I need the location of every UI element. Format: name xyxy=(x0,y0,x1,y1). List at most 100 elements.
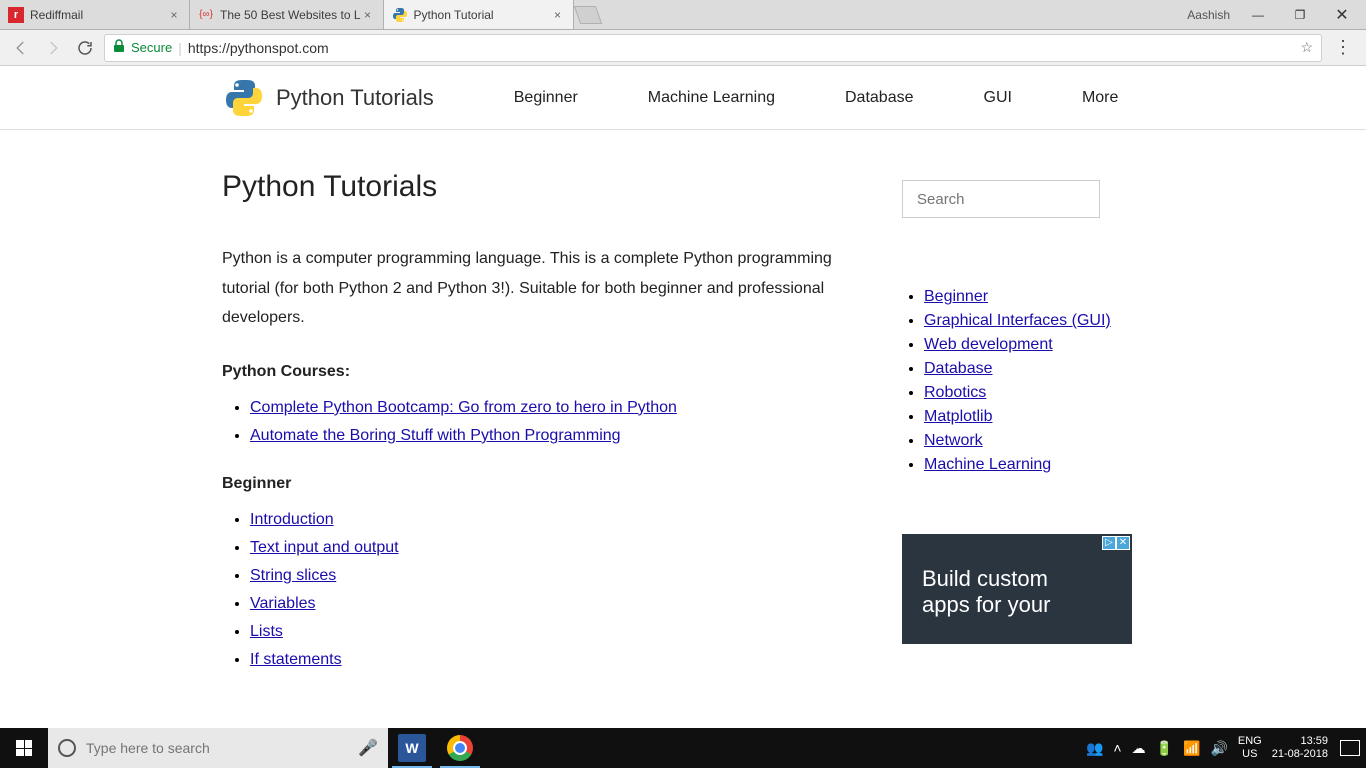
nav-gui[interactable]: GUI xyxy=(984,89,1012,107)
close-icon[interactable]: × xyxy=(167,8,181,22)
main-nav: Beginner Machine Learning Database GUI M… xyxy=(514,89,1119,107)
sidebar-category-list: Beginner Graphical Interfaces (GUI) Web … xyxy=(902,288,1132,474)
taskbar-apps: W xyxy=(388,728,484,768)
browser-menu-button[interactable]: ⋮ xyxy=(1328,37,1358,58)
python-favicon-icon xyxy=(392,7,408,23)
site-header: Python Tutorials Beginner Machine Learni… xyxy=(0,66,1366,130)
intro-paragraph: Python is a computer programming languag… xyxy=(222,244,842,333)
python-logo-icon xyxy=(222,76,266,120)
profile-user-label[interactable]: Aashish xyxy=(1187,8,1230,22)
course-link[interactable]: Complete Python Bootcamp: Go from zero t… xyxy=(250,399,677,416)
back-button[interactable] xyxy=(8,35,34,61)
start-button[interactable] xyxy=(0,728,48,768)
new-tab-button[interactable] xyxy=(574,0,602,29)
browser-toolbar: Secure | https://pythonspot.com ☆ ⋮ xyxy=(0,30,1366,66)
reload-button[interactable] xyxy=(72,35,98,61)
list-item: Variables xyxy=(250,595,842,613)
course-link[interactable]: Automate the Boring Stuff with Python Pr… xyxy=(250,427,621,444)
taskbar-search[interactable]: 🎤 xyxy=(48,728,388,768)
ad-close-icon[interactable]: ✕ xyxy=(1116,536,1130,550)
sidebar-link-beginner[interactable]: Beginner xyxy=(924,288,988,305)
lock-icon xyxy=(113,39,125,56)
browser-titlebar: r Rediffmail × {∞} The 50 Best Websites … xyxy=(0,0,1366,30)
beginner-list: Introduction Text input and output Strin… xyxy=(222,511,842,669)
battery-icon[interactable]: 🔋 xyxy=(1156,740,1173,757)
titlebar-controls: Aashish — ❐ ✕ xyxy=(1187,5,1366,25)
tutorial-link[interactable]: Text input and output xyxy=(250,539,399,556)
clock[interactable]: 13:59 21-08-2018 xyxy=(1272,735,1330,761)
forward-button[interactable] xyxy=(40,35,66,61)
onedrive-icon[interactable]: ☁ xyxy=(1132,740,1146,757)
close-icon[interactable]: × xyxy=(361,8,375,22)
url-text: https://pythonspot.com xyxy=(188,40,329,56)
tab-title: Rediffmail xyxy=(30,8,167,22)
people-icon[interactable]: 👥 xyxy=(1086,740,1103,757)
list-item: Lists xyxy=(250,623,842,641)
tutorial-link[interactable]: Lists xyxy=(250,623,283,640)
list-item: Introduction xyxy=(250,511,842,529)
windows-taskbar: 🎤 W 👥 ˄ ☁ 🔋 📶 🔊 ENG US 13:59 21-08-2018 xyxy=(0,728,1366,768)
sidebar-link-matplotlib[interactable]: Matplotlib xyxy=(924,408,992,425)
address-bar[interactable]: Secure | https://pythonspot.com ☆ xyxy=(104,34,1322,62)
adchoices-icon[interactable]: ▷ xyxy=(1102,536,1116,550)
chrome-icon xyxy=(447,735,473,761)
sidebar-link-robotics[interactable]: Robotics xyxy=(924,384,986,401)
page-title: Python Tutorials xyxy=(222,170,842,204)
tab-best-websites[interactable]: {∞} The 50 Best Websites to L × xyxy=(190,0,384,29)
close-window-button[interactable]: ✕ xyxy=(1328,5,1356,25)
content-wrap: Python Tutorials Python is a computer pr… xyxy=(0,130,1366,679)
chevron-up-icon[interactable]: ˄ xyxy=(1113,740,1121,756)
taskbar-chrome[interactable] xyxy=(436,728,484,768)
tutorial-link[interactable]: Introduction xyxy=(250,511,334,528)
advertisement[interactable]: ▷ ✕ Build custom apps for your xyxy=(902,534,1132,644)
windows-logo-icon xyxy=(16,740,32,756)
taskbar-word[interactable]: W xyxy=(388,728,436,768)
courses-heading: Python Courses: xyxy=(222,363,842,381)
tab-rediffmail[interactable]: r Rediffmail × xyxy=(0,0,190,29)
courses-list: Complete Python Bootcamp: Go from zero t… xyxy=(222,399,842,445)
sidebar-link-gui[interactable]: Graphical Interfaces (GUI) xyxy=(924,312,1111,329)
taskbar-search-input[interactable] xyxy=(86,740,348,756)
bookmark-star-icon[interactable]: ☆ xyxy=(1300,39,1313,56)
tutorial-link[interactable]: If statements xyxy=(250,651,342,668)
nav-machine-learning[interactable]: Machine Learning xyxy=(648,89,775,107)
microphone-icon[interactable]: 🎤 xyxy=(358,738,378,758)
secure-label: Secure xyxy=(131,40,172,55)
rediffmail-favicon-icon: r xyxy=(8,7,24,23)
tab-title: The 50 Best Websites to L xyxy=(220,8,361,22)
tutorial-link[interactable]: Variables xyxy=(250,595,316,612)
tab-python-tutorial[interactable]: Python Tutorial × xyxy=(384,0,574,29)
notifications-icon[interactable] xyxy=(1340,740,1360,756)
nav-more[interactable]: More xyxy=(1082,89,1118,107)
nav-database[interactable]: Database xyxy=(845,89,914,107)
language-indicator[interactable]: ENG US xyxy=(1238,735,1262,761)
volume-icon[interactable]: 🔊 xyxy=(1210,740,1227,757)
list-item: String slices xyxy=(250,567,842,585)
tutorial-link[interactable]: String slices xyxy=(250,567,336,584)
sidebar-link-network[interactable]: Network xyxy=(924,432,983,449)
sidebar-link-ml[interactable]: Machine Learning xyxy=(924,456,1051,473)
main-column: Python Tutorials Python is a computer pr… xyxy=(222,170,842,679)
beginner-heading: Beginner xyxy=(222,475,842,493)
sidebar-link-database[interactable]: Database xyxy=(924,360,993,377)
tab-title: Python Tutorial xyxy=(414,8,551,22)
site-brand[interactable]: Python Tutorials xyxy=(276,85,434,111)
list-item: Complete Python Bootcamp: Go from zero t… xyxy=(250,399,842,417)
list-item: If statements xyxy=(250,651,842,669)
favicon-icon: {∞} xyxy=(198,7,214,23)
wifi-icon[interactable]: 📶 xyxy=(1183,740,1200,757)
cortana-icon xyxy=(58,739,76,757)
ad-text-line2: apps for your xyxy=(922,592,1132,618)
page-viewport[interactable]: Python Tutorials Beginner Machine Learni… xyxy=(0,66,1366,728)
maximize-button[interactable]: ❐ xyxy=(1286,8,1314,22)
word-icon: W xyxy=(398,734,426,762)
browser-tabs: r Rediffmail × {∞} The 50 Best Websites … xyxy=(0,0,602,29)
system-tray: 👥 ˄ ☁ 🔋 📶 🔊 ENG US 13:59 21-08-2018 xyxy=(1086,728,1366,768)
sidebar-link-web[interactable]: Web development xyxy=(924,336,1053,353)
list-item: Text input and output xyxy=(250,539,842,557)
close-icon[interactable]: × xyxy=(551,8,565,22)
nav-beginner[interactable]: Beginner xyxy=(514,89,578,107)
search-input[interactable] xyxy=(902,180,1100,218)
minimize-button[interactable]: — xyxy=(1244,8,1272,22)
list-item: Automate the Boring Stuff with Python Pr… xyxy=(250,427,842,445)
